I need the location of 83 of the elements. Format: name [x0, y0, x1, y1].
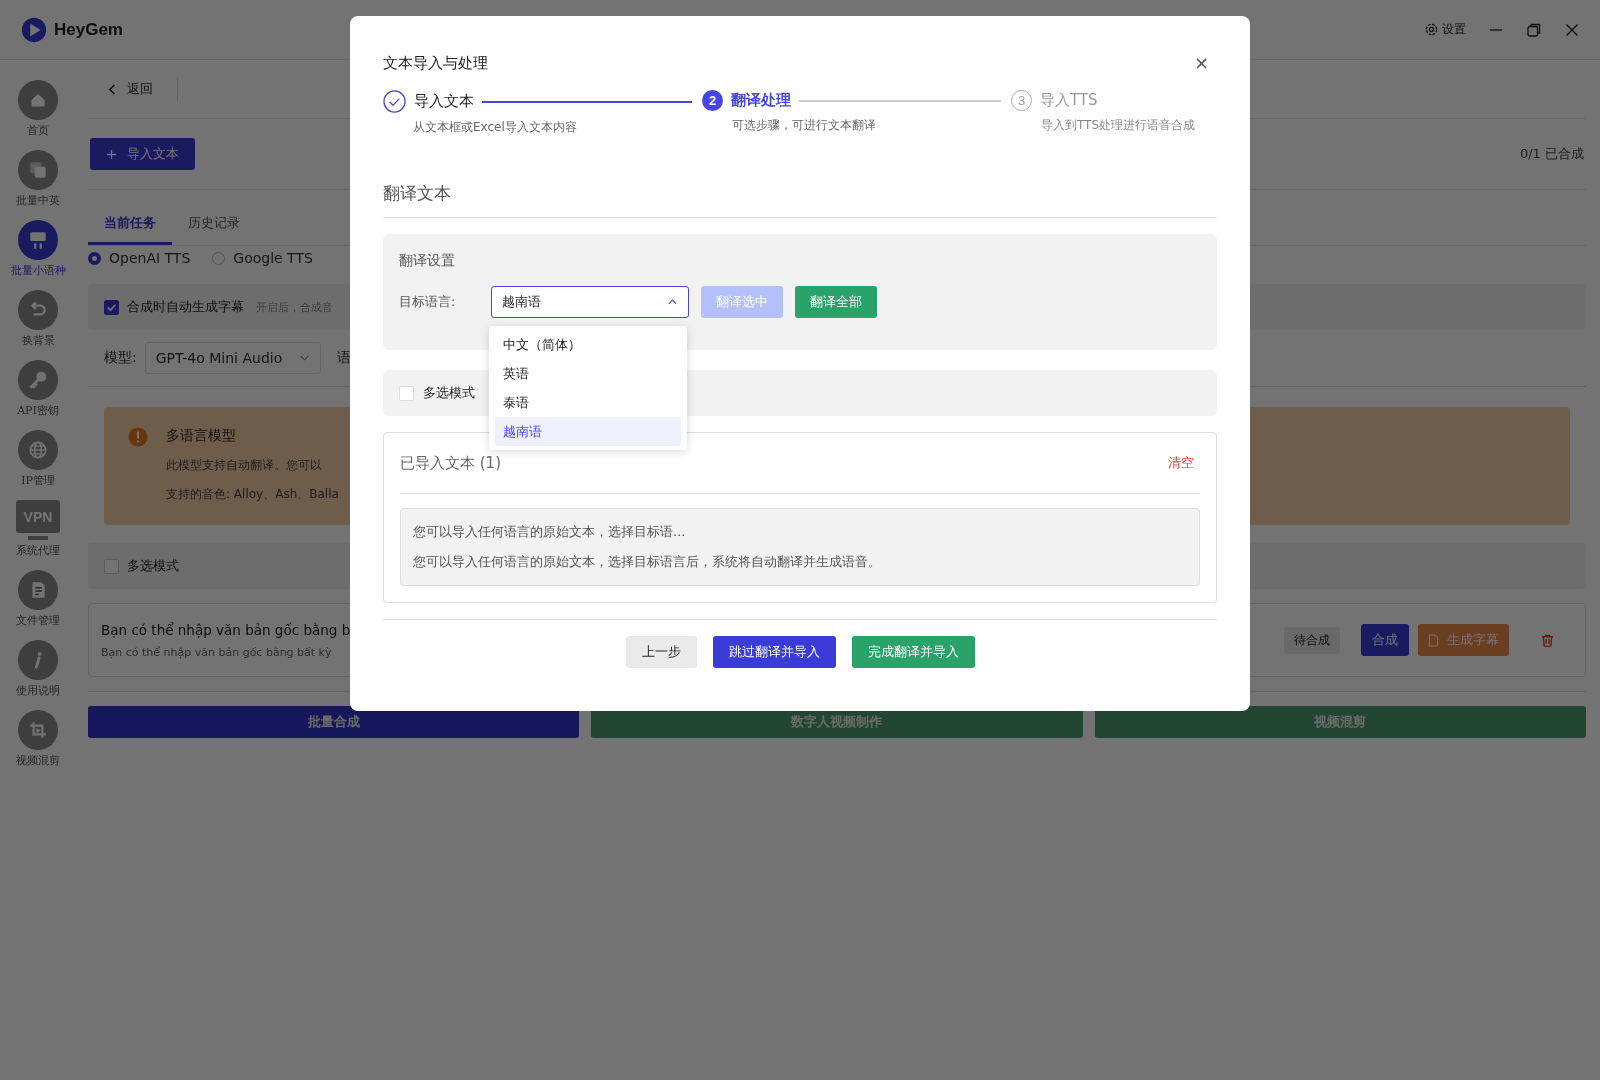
panel-title: 翻译设置 — [399, 252, 455, 268]
text-full: 您可以导入任何语言的原始文本，选择目标语言后，系统将自动翻译并生成语音。 — [413, 553, 882, 571]
nav-icon[interactable] — [18, 430, 58, 470]
nav-icon[interactable] — [18, 360, 58, 400]
dropdown-option[interactable]: 中文（简体） — [495, 330, 681, 359]
action-button[interactable]: 视频混剪 — [1094, 706, 1586, 738]
step-description: 导入到TTS处理进行语音合成 — [1040, 117, 1197, 134]
model-select[interactable]: GPT-4o Mini Audio — [144, 342, 321, 374]
nav-icon[interactable] — [18, 710, 58, 750]
dialog-button[interactable]: 完成翻译并导入 — [851, 636, 975, 668]
dropdown-option[interactable]: 泰语 — [495, 388, 681, 417]
plus-icon — [106, 148, 117, 160]
nav-icon[interactable] — [18, 80, 58, 120]
nav-label[interactable]: 换背景 — [21, 333, 55, 348]
checkbox-label[interactable]: 合成时自动生成字幕 — [127, 298, 244, 316]
step-title: 导入TTS — [1040, 91, 1098, 110]
nav-label[interactable]: 批量中英 — [16, 193, 60, 208]
model-label: 模型: — [104, 349, 137, 367]
imported-title: 已导入文本 (1) — [400, 453, 501, 473]
nav-icon[interactable] — [18, 290, 58, 330]
progress-count: 0/1 已合成 — [1519, 145, 1584, 163]
nav-label[interactable]: 视频混剪 — [16, 753, 60, 768]
logo-icon — [20, 15, 48, 44]
close-button[interactable]: × — [1185, 54, 1217, 72]
radio-label[interactable]: OpenAI TTS — [109, 250, 191, 266]
close-icon[interactable] — [1564, 21, 1580, 38]
nav-icon[interactable] — [18, 220, 58, 260]
generate-subtitles-button[interactable]: 生成字幕 — [1418, 624, 1509, 656]
tab[interactable]: 当前任务 — [88, 208, 172, 245]
chevron-down-icon — [298, 354, 310, 362]
trash-icon[interactable] — [1540, 632, 1555, 648]
field-label: 语 — [336, 349, 351, 367]
step-description: 可选步骤，可进行文本翻译 — [731, 117, 877, 134]
notice-text: 支持的音色: Alloy、Ash、Balla — [166, 486, 339, 503]
notice-title: 多语言模型 — [166, 427, 237, 445]
step-description: 从文本框或Excel导入文本内容 — [412, 119, 578, 136]
dialog-button[interactable]: 上一步 — [625, 636, 697, 668]
step-title: 翻译处理 — [731, 91, 791, 110]
dialog-button[interactable]: 跳过翻译并导入 — [712, 636, 836, 668]
language-select[interactable]: 越南语 — [491, 286, 689, 318]
chevron-up-icon — [667, 298, 678, 306]
document-icon — [1428, 633, 1439, 647]
nav-label[interactable]: 文件管理 — [16, 613, 60, 628]
checkbox-label[interactable]: 多选模式 — [423, 384, 475, 402]
step-number: 2 — [702, 90, 723, 111]
nav-icon[interactable] — [18, 570, 58, 610]
gear-icon — [1424, 22, 1439, 37]
task-title: Bạn có thể nhập văn bản gốc bằng b — [101, 621, 351, 638]
checkbox[interactable] — [104, 299, 119, 315]
task-text: Bạn có thể nhập văn bản gốc bằng bất kỳ — [101, 645, 333, 659]
nav-label[interactable]: 系统代理 — [16, 543, 60, 558]
step-title: 导入文本 — [414, 92, 474, 111]
nav-label[interactable]: API密钥 — [17, 403, 59, 418]
status-tag: 待合成 — [1284, 626, 1340, 654]
check-circle-icon — [383, 90, 406, 113]
target-language-label: 目标语言: — [399, 293, 457, 311]
nav-label[interactable]: 首页 — [27, 123, 49, 138]
clear-button[interactable]: 清空 — [1162, 454, 1200, 472]
nav-icon[interactable] — [18, 150, 58, 190]
restore-icon[interactable] — [1526, 21, 1542, 38]
notice-text: 此模型支持自动翻译。您可以 — [166, 457, 323, 474]
section-title: 翻译文本 — [383, 182, 452, 205]
settings-button[interactable]: 设置 — [1424, 21, 1466, 38]
nav-icon[interactable] — [18, 640, 58, 680]
text-preview: 您可以导入任何语言的原始文本，选择目标语... — [413, 523, 687, 541]
translate-all-button[interactable]: 翻译全部 — [795, 286, 877, 318]
dialog-title: 文本导入与处理 — [383, 53, 488, 73]
chevron-left-icon — [108, 82, 117, 96]
dropdown-option[interactable]: 越南语 — [495, 417, 681, 446]
checkbox-label[interactable]: 多选模式 — [127, 557, 179, 575]
warning-icon — [128, 427, 148, 447]
tab[interactable]: 历史记录 — [172, 208, 256, 245]
import-text-button[interactable]: 导入文本 — [90, 138, 195, 170]
back-button[interactable]: 返回 — [102, 79, 159, 99]
nav-label[interactable]: 使用说明 — [16, 683, 60, 698]
nav-label[interactable]: IP管理 — [21, 473, 55, 488]
radio-button[interactable] — [88, 251, 101, 265]
dropdown-option[interactable]: 英语 — [495, 359, 681, 388]
synthesize-button[interactable]: 合成 — [1361, 624, 1409, 656]
nav-label[interactable]: 批量小语种 — [10, 263, 66, 278]
app-name: HeyGem — [54, 19, 123, 40]
action-button[interactable]: 批量合成 — [88, 706, 580, 738]
radio-label[interactable]: Google TTS — [233, 250, 313, 266]
